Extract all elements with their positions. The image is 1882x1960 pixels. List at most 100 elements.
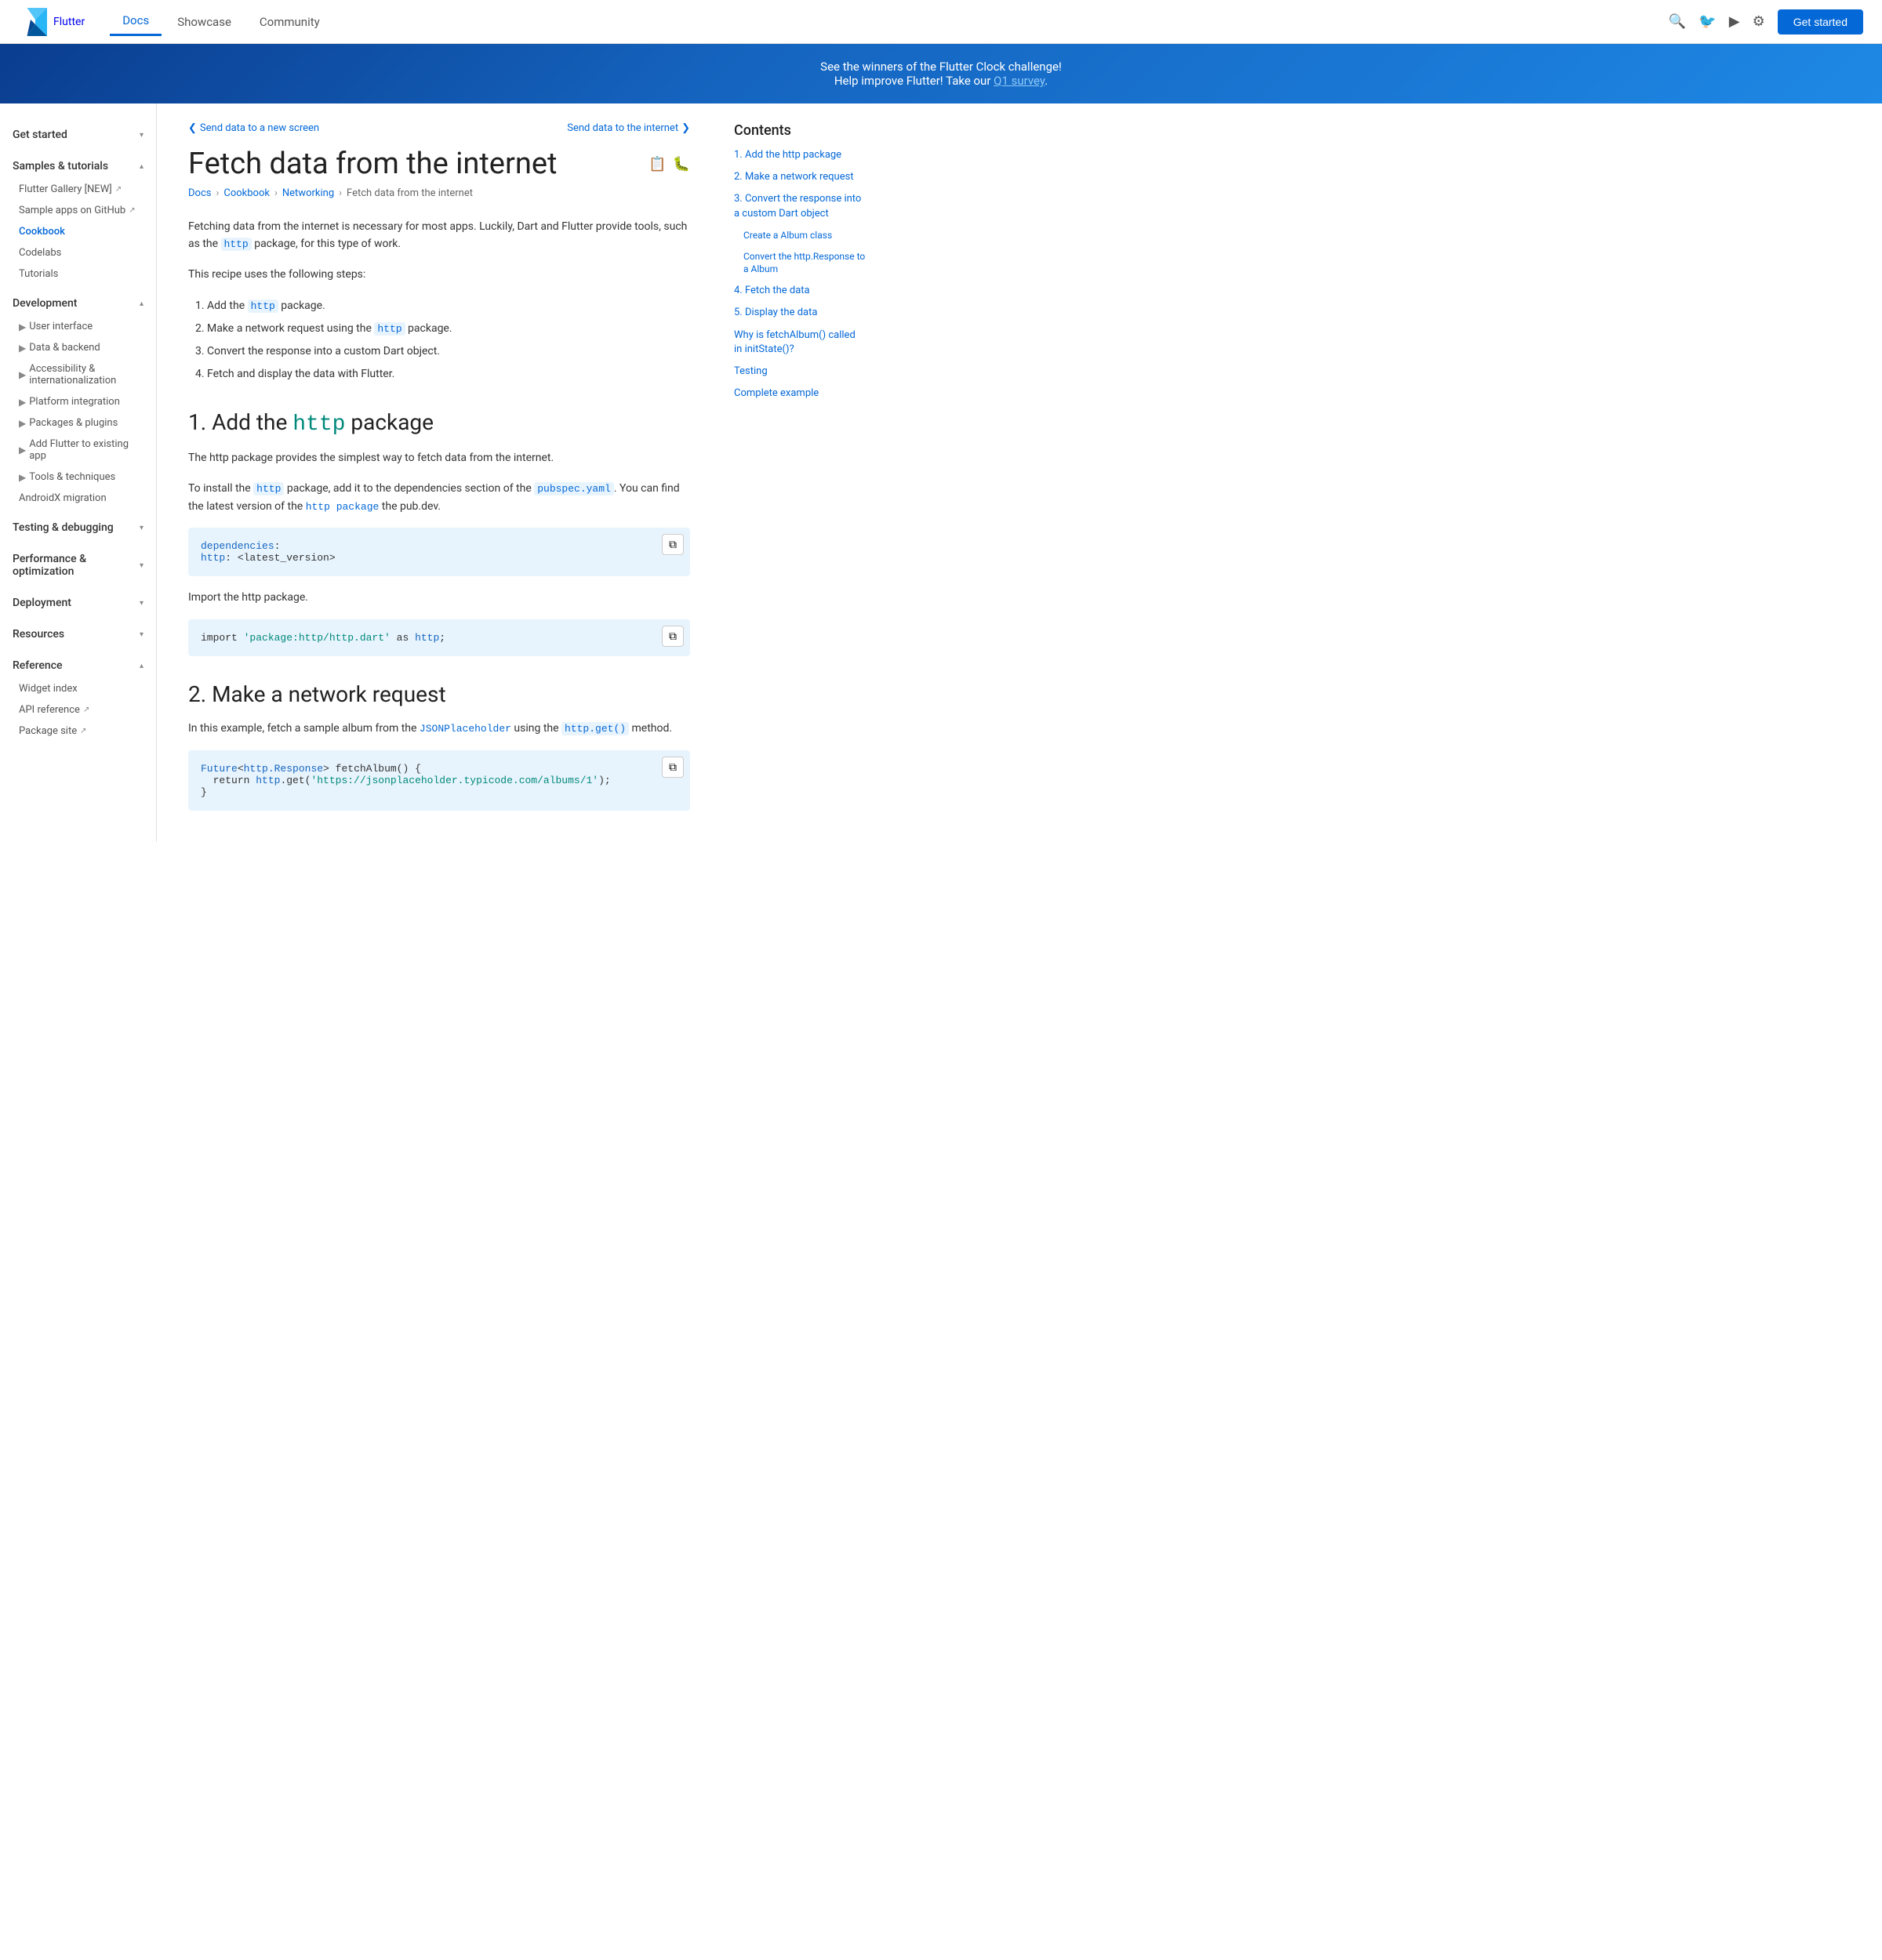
external-link-icon: ↗ xyxy=(83,706,89,714)
sidebar-development-header[interactable]: Development ▴ xyxy=(0,291,156,316)
jsonplaceholder-link[interactable]: JSONPlaceholder xyxy=(420,723,511,735)
external-link-icon: ↗ xyxy=(80,727,86,735)
contents-item-3[interactable]: 3. Convert the response into a custom Da… xyxy=(734,192,866,220)
code-import-as: as xyxy=(391,632,415,644)
code-import-semi: ; xyxy=(439,632,445,644)
code-block-fetch: ⧉ Future<http.Response> fetchAlbum() { r… xyxy=(188,750,690,811)
search-button[interactable]: 🔍 xyxy=(1669,13,1686,30)
sidebar-add-flutter-label: Add Flutter to existing app xyxy=(29,438,144,462)
copy-code3-button[interactable]: ⧉ xyxy=(662,757,684,778)
next-page-label: Send data to the internet xyxy=(567,122,678,134)
sidebar-item-androidx[interactable]: AndroidX migration xyxy=(0,488,156,509)
sidebar-item-sample-apps[interactable]: Sample apps on GitHub ↗ xyxy=(0,200,156,221)
copy-page-button[interactable]: 📋 xyxy=(649,156,666,172)
sidebar-item-platform[interactable]: ▶ Platform integration xyxy=(0,391,156,412)
sidebar-item-data[interactable]: ▶ Data & backend xyxy=(0,337,156,358)
breadcrumb-docs[interactable]: Docs xyxy=(188,187,211,199)
copy-code1-button[interactable]: ⧉ xyxy=(662,534,684,555)
chevron-down-icon: ▾ xyxy=(140,561,144,570)
chevron-up-icon: ▴ xyxy=(140,299,144,308)
breadcrumb: Docs › Cookbook › Networking › Fetch dat… xyxy=(188,187,690,199)
sidebar-item-package-site[interactable]: Package site ↗ xyxy=(0,720,156,742)
expand-icon: ▶ xyxy=(19,369,26,380)
sidebar-testing-header[interactable]: Testing & debugging ▾ xyxy=(0,515,156,540)
page-title-row: Fetch data from the internet 📋 🐛 xyxy=(188,147,690,181)
chevron-right-icon: ❯ xyxy=(681,122,690,134)
banner-text-prefix: Help improve Flutter! Take our xyxy=(834,74,994,88)
code-import-alias: http xyxy=(415,632,439,644)
sidebar-get-started-label: Get started xyxy=(13,129,67,141)
sidebar-item-packages[interactable]: ▶ Packages & plugins xyxy=(0,412,156,434)
sidebar-deployment-header[interactable]: Deployment ▾ xyxy=(0,590,156,615)
sidebar-samples-header[interactable]: Samples & tutorials ▴ xyxy=(0,154,156,179)
contents-item-2[interactable]: 2. Make a network request xyxy=(734,170,866,184)
github-button[interactable]: ⚙ xyxy=(1753,13,1765,30)
sidebar-item-add-flutter[interactable]: ▶ Add Flutter to existing app xyxy=(0,434,156,466)
http-inline-step1: http xyxy=(248,299,278,313)
main-content: ❮ Send data to a new screen Send data to… xyxy=(157,103,721,842)
page-title-icons: 📋 🐛 xyxy=(649,156,690,172)
report-bug-button[interactable]: 🐛 xyxy=(673,156,690,172)
contents-item-complete[interactable]: Complete example xyxy=(734,387,866,401)
code-import-keyword: import xyxy=(201,632,244,644)
sidebar-performance-header[interactable]: Performance & optimization ▾ xyxy=(0,546,156,584)
sidebar-item-codelabs[interactable]: Codelabs xyxy=(0,242,156,263)
contents-item-3b[interactable]: Convert the http.Response to a Album xyxy=(734,250,866,277)
copy-code2-button[interactable]: ⧉ xyxy=(662,626,684,647)
contents-item-testing[interactable]: Testing xyxy=(734,365,866,379)
youtube-button[interactable]: ▶ xyxy=(1729,13,1740,30)
get-started-button[interactable]: Get started xyxy=(1778,9,1863,34)
code-block-pubspec: ⧉ dependencies: http: <latest_version> xyxy=(188,528,690,576)
sidebar-section-resources: Resources ▾ xyxy=(0,622,156,647)
sidebar-item-accessibility[interactable]: ▶ Accessibility & internationalization xyxy=(0,358,156,391)
sidebar-item-api-ref[interactable]: API reference ↗ xyxy=(0,699,156,720)
contents-item-4[interactable]: 4. Fetch the data xyxy=(734,284,866,298)
twitter-button[interactable]: 🐦 xyxy=(1699,13,1716,30)
contents-item-1[interactable]: 1. Add the http package xyxy=(734,148,866,162)
breadcrumb-networking[interactable]: Networking xyxy=(282,187,334,199)
code-future: Future xyxy=(201,763,238,775)
banner-survey-link[interactable]: Q1 survey xyxy=(994,74,1045,88)
sidebar-reference-label: Reference xyxy=(13,659,63,672)
sidebar-item-widget-index[interactable]: Widget index xyxy=(0,678,156,699)
sidebar-section-get-started: Get started ▾ xyxy=(0,122,156,147)
sidebar-item-ui[interactable]: ▶ User interface xyxy=(0,316,156,337)
sidebar-performance-label: Performance & optimization xyxy=(13,553,140,578)
sidebar-section-samples: Samples & tutorials ▴ Flutter Gallery [N… xyxy=(0,154,156,285)
breadcrumb-cookbook[interactable]: Cookbook xyxy=(223,187,270,199)
pubspec-inline: pubspec.yaml xyxy=(534,482,614,495)
main-nav: Docs Showcase Community xyxy=(110,7,1669,36)
sidebar-item-cookbook[interactable]: Cookbook xyxy=(0,221,156,242)
logo[interactable]: Flutter xyxy=(19,8,85,36)
sidebar-item-gallery[interactable]: Flutter Gallery [NEW] ↗ xyxy=(0,179,156,200)
section1-heading: 1. Add the http package xyxy=(188,409,690,437)
contents-item-5[interactable]: 5. Display the data xyxy=(734,306,866,320)
code-fetch-line1: Future<http.Response> fetchAlbum() { xyxy=(201,763,678,775)
next-page-link[interactable]: Send data to the internet ❯ xyxy=(567,122,690,134)
sidebar-item-tools[interactable]: ▶ Tools & techniques xyxy=(0,466,156,488)
sidebar-get-started-header[interactable]: Get started ▾ xyxy=(0,122,156,147)
flutter-logo-icon xyxy=(19,8,47,36)
sidebar-item-tutorials[interactable]: Tutorials xyxy=(0,263,156,285)
nav-showcase[interactable]: Showcase xyxy=(165,9,244,35)
http-package-link[interactable]: http package xyxy=(306,501,380,513)
nav-community[interactable]: Community xyxy=(247,9,332,35)
section1-text3: Import the http package. xyxy=(188,589,690,606)
contents-item-3a[interactable]: Create a Album class xyxy=(734,229,866,242)
nav-docs[interactable]: Docs xyxy=(110,7,162,36)
step-1: Add the http package. xyxy=(207,296,690,316)
prev-page-link[interactable]: ❮ Send data to a new screen xyxy=(188,122,319,134)
external-link-icon: ↗ xyxy=(129,206,135,215)
sidebar-section-deployment: Deployment ▾ xyxy=(0,590,156,615)
sidebar-resources-header[interactable]: Resources ▾ xyxy=(0,622,156,647)
code-line-1: dependencies: xyxy=(201,540,678,552)
sidebar-a11y-label: Accessibility & internationalization xyxy=(29,363,144,387)
contents-item-why[interactable]: Why is fetchAlbum() called in initState(… xyxy=(734,328,866,357)
sidebar-reference-header[interactable]: Reference ▴ xyxy=(0,653,156,678)
sidebar-gallery-label: Flutter Gallery [NEW] xyxy=(19,183,112,195)
step-4: Fetch and display the data with Flutter. xyxy=(207,365,690,384)
chevron-down-icon: ▾ xyxy=(140,599,144,608)
section1-heading-prefix: 1. Add the xyxy=(188,409,292,435)
steps-list: Add the http package. Make a network req… xyxy=(207,296,690,385)
http-get-inline: http.get() xyxy=(561,722,629,735)
